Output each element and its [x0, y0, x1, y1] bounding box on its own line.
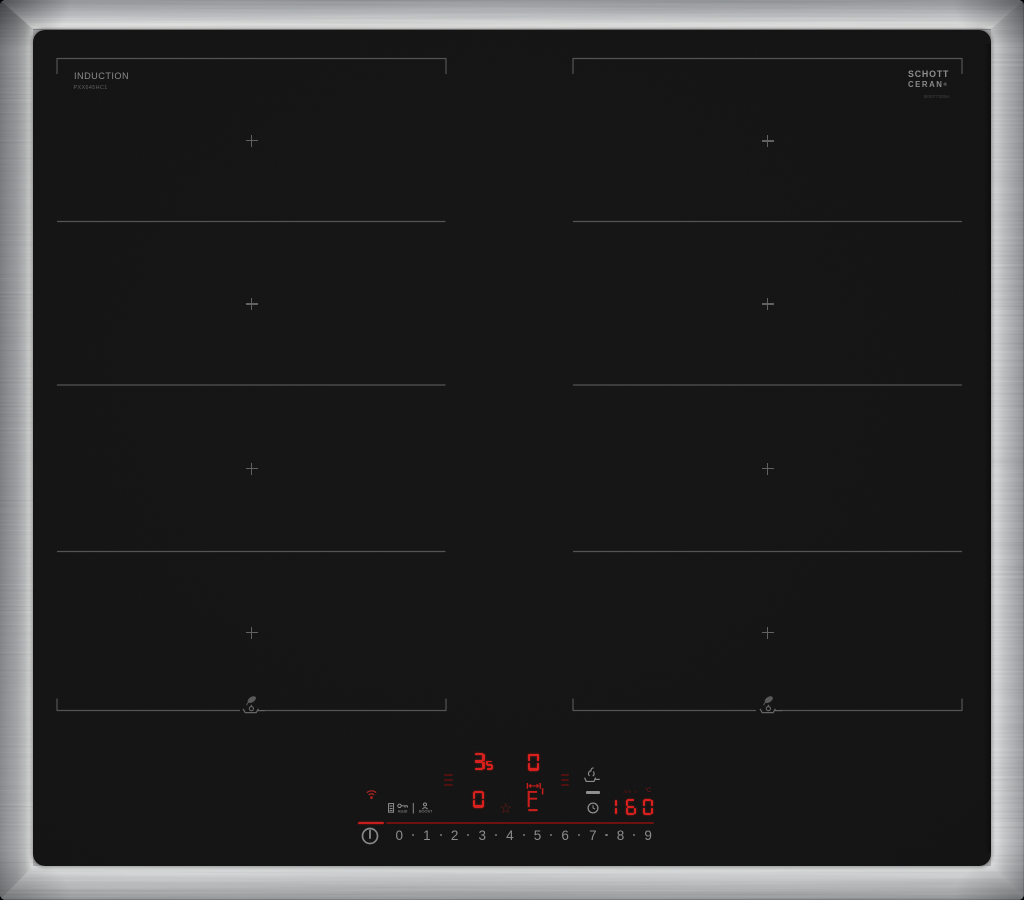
svg-text:BOOST: BOOST: [419, 810, 433, 814]
svg-text:Assist: Assist: [398, 809, 408, 813]
